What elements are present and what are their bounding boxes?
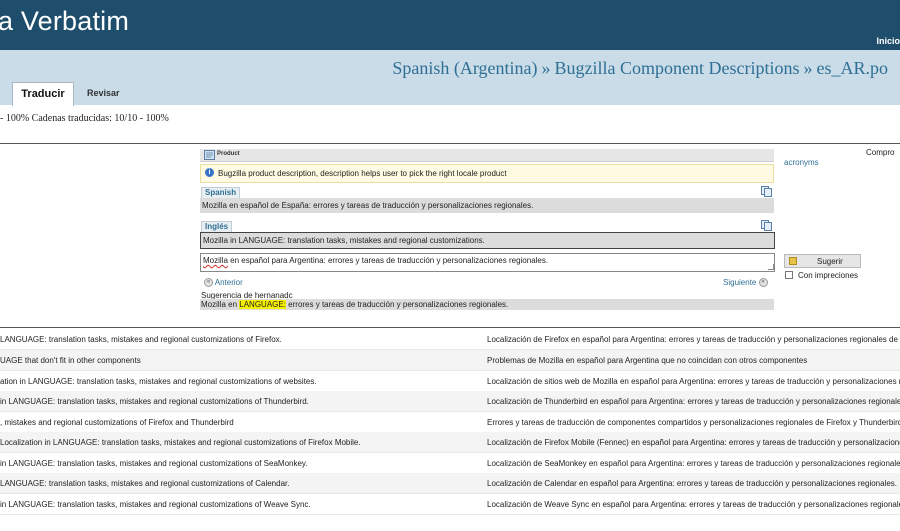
divider bbox=[0, 143, 900, 144]
document-icon bbox=[204, 150, 215, 160]
table-row[interactable]: UAGE that don't fit in other components P… bbox=[0, 350, 900, 371]
previous-unit-link[interactable]: « Anterior bbox=[204, 278, 243, 288]
spellcheck-word: Mozilla bbox=[203, 256, 228, 265]
previous-label: Anterior bbox=[214, 278, 243, 287]
unit-target-cell: Localización de sitios web de Mozilla en… bbox=[487, 377, 900, 386]
unit-source-cell: , mistakes and regional customizations o… bbox=[0, 418, 234, 427]
unit-source-cell: in LANGUAGE: translation tasks, mistakes… bbox=[0, 459, 308, 468]
tab-translate[interactable]: Traducir bbox=[12, 82, 74, 106]
side-panel-title: Compro bbox=[866, 148, 895, 157]
nav-home-link[interactable]: Inicio bbox=[876, 36, 900, 46]
unit-target-cell: Localización de Thunderbird en español p… bbox=[487, 397, 900, 406]
unit-target-cell: Localización de Firefox Mobile (Fennec) … bbox=[487, 438, 900, 447]
unit-description-text: Bugzilla product description, descriptio… bbox=[218, 169, 507, 178]
unit-target-cell: Localización de Calendar en español para… bbox=[487, 479, 898, 488]
breadcrumb: Spanish (Argentina)» Bugzilla Component D… bbox=[392, 58, 888, 79]
next-label: Siguiente bbox=[723, 278, 757, 287]
previous-icon: « bbox=[204, 278, 213, 288]
unit-target-cell: Localización de SeaMonkey en español par… bbox=[487, 459, 900, 468]
table-row[interactable]: LANGUAGE: translation tasks, mistakes an… bbox=[0, 473, 900, 494]
table-row[interactable]: ation in LANGUAGE: translation tasks, mi… bbox=[0, 371, 900, 392]
next-icon: » bbox=[758, 278, 768, 288]
breadcrumb-separator: » bbox=[803, 58, 813, 78]
divider bbox=[0, 327, 900, 328]
unit-source-cell: in LANGUAGE: translation tasks, mistakes… bbox=[0, 500, 311, 509]
unit-source-cell: ation in LANGUAGE: translation tasks, mi… bbox=[0, 377, 317, 386]
fuzzy-checkbox-label: Con impreciones bbox=[798, 271, 859, 280]
suggestion-pre: Mozilla en bbox=[201, 300, 240, 309]
table-row[interactable]: LANGUAGE: translation tasks, mistakes an… bbox=[0, 329, 900, 350]
app-header bbox=[0, 0, 900, 50]
suggestion-text[interactable]: Mozilla en LANGUAGE: errores y tareas de… bbox=[200, 299, 774, 310]
unit-target-cell: Localización de Firefox en español para … bbox=[487, 335, 900, 344]
tab-review[interactable]: Revisar bbox=[87, 88, 120, 98]
product-context-label: Product bbox=[217, 151, 240, 157]
unit-source-cell: in LANGUAGE: translation tasks, mistakes… bbox=[0, 397, 309, 406]
unit-source-cell: UAGE that don't fit in other components bbox=[0, 356, 141, 365]
table-row[interactable]: Localization in LANGUAGE: translation ta… bbox=[0, 432, 900, 453]
copy-icon[interactable] bbox=[761, 186, 772, 197]
source-text: Mozilla in LANGUAGE: translation tasks, … bbox=[200, 232, 775, 249]
unit-target-cell: Problemas de Mozilla en español para Arg… bbox=[487, 356, 808, 365]
info-icon: i bbox=[205, 168, 214, 177]
unit-source-cell: Localization in LANGUAGE: translation ta… bbox=[0, 438, 361, 447]
acronyms-link[interactable]: acronyms bbox=[784, 158, 819, 167]
table-row[interactable]: in LANGUAGE: translation tasks, mistakes… bbox=[0, 453, 900, 474]
table-row[interactable]: , mistakes and regional customizations o… bbox=[0, 412, 900, 433]
translation-textarea[interactable]: Mozilla en español para Argentina: error… bbox=[200, 253, 775, 272]
breadcrumb-file[interactable]: es_AR.po bbox=[817, 58, 889, 78]
table-row[interactable]: in LANGUAGE: translation tasks, mistakes… bbox=[0, 391, 900, 412]
product-context-bar bbox=[200, 149, 774, 162]
unit-source-cell: LANGUAGE: translation tasks, mistakes an… bbox=[0, 479, 290, 488]
suggestion-highlight: LANGUAGE: bbox=[239, 300, 286, 309]
breadcrumb-separator: » bbox=[541, 58, 551, 78]
translation-text: en español para Argentina: errores y tar… bbox=[227, 256, 549, 265]
suggest-button-label: Sugerir bbox=[817, 257, 843, 266]
table-row[interactable]: in LANGUAGE: translation tasks, mistakes… bbox=[0, 494, 900, 515]
suggest-icon bbox=[789, 257, 797, 265]
suggest-button[interactable]: Sugerir bbox=[784, 254, 861, 268]
resize-grip-icon[interactable] bbox=[768, 264, 774, 270]
alt-source-text: Mozilla en español de España: errores y … bbox=[200, 198, 774, 213]
breadcrumb-project[interactable]: Bugzilla Component Descriptions bbox=[555, 58, 800, 78]
copy-icon[interactable] bbox=[761, 220, 772, 231]
fuzzy-checkbox[interactable] bbox=[785, 271, 793, 279]
breadcrumb-language[interactable]: Spanish (Argentina) bbox=[392, 58, 537, 78]
translation-stats: - 100% Cadenas traducidas: 10/10 - 100% bbox=[0, 113, 169, 124]
brand-logo-text[interactable]: a Verbatim bbox=[0, 6, 129, 37]
source-language-tag: Inglés bbox=[201, 221, 233, 232]
unit-target-cell: Localización de Weave Sync en español pa… bbox=[487, 500, 900, 509]
next-unit-link[interactable]: Siguiente » bbox=[723, 278, 768, 288]
unit-target-cell: Errores y tareas de traducción de compon… bbox=[487, 418, 900, 427]
suggestion-post: errores y tareas de traducción y persona… bbox=[285, 300, 509, 309]
unit-source-cell: LANGUAGE: translation tasks, mistakes an… bbox=[0, 335, 282, 344]
alt-language-tag: Spanish bbox=[201, 187, 241, 198]
